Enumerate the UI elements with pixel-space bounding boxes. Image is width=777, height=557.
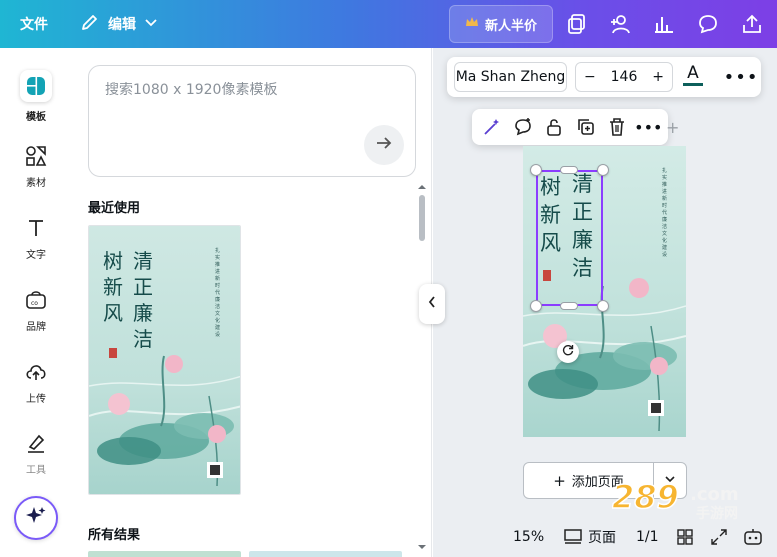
resize-handle-top-right[interactable] [597, 164, 609, 176]
chevron-down-icon [144, 15, 158, 33]
edit-menu-label: 编辑 [108, 17, 136, 33]
thumb-title-col1: 树新风 [103, 249, 123, 325]
rail-item-upload[interactable]: 上传 [0, 360, 72, 405]
resize-handle-bottom[interactable] [560, 302, 578, 310]
template-search-box[interactable] [88, 65, 416, 177]
comment-icon[interactable] [694, 10, 722, 38]
rotate-icon [561, 343, 575, 361]
result-thumbnail[interactable] [249, 551, 402, 557]
rail-label: 素材 [26, 178, 46, 189]
upgrade-button[interactable]: 新人半价 [449, 5, 553, 43]
text-icon [24, 216, 48, 240]
watermark-logo: 289 .com 手游网 [611, 477, 739, 522]
element-more-icon[interactable]: ••• [634, 114, 662, 140]
font-size-control: − 146 + [575, 62, 673, 92]
crown-icon [465, 16, 479, 32]
rail-label: 上传 [26, 394, 46, 405]
search-submit-button[interactable] [364, 125, 404, 165]
templates-panel: 最近使用 树新风 清正廉洁 扎实推进新时代廉洁文化建设 [72, 48, 432, 557]
upgrade-label: 新人半价 [484, 18, 537, 34]
increase-size-button[interactable]: + [652, 69, 664, 85]
thumb-subtitle: 扎实推进新时代廉洁文化建设 [215, 248, 221, 338]
bottom-status-bar: 15% 页面 1/1 [433, 517, 777, 557]
rail-label: 品牌 [26, 322, 46, 333]
decrease-size-button[interactable]: − [584, 69, 596, 85]
font-family-select[interactable]: Ma Shan Zheng [454, 62, 567, 92]
font-size-value[interactable]: 146 [611, 69, 638, 85]
pencil-icon [80, 12, 100, 36]
zoom-level[interactable]: 15% [513, 529, 544, 545]
rotate-handle[interactable] [557, 341, 579, 363]
left-rail: 模板 素材 文字 co 品牌 上传 工具 [0, 48, 72, 557]
svg-text:.com: .com [690, 484, 739, 505]
add-comment-icon[interactable] [510, 114, 536, 140]
resize-handle-top-left[interactable] [530, 164, 542, 176]
arrow-right-icon [375, 134, 393, 156]
site-watermark: 289 .com 手游网 [611, 477, 762, 522]
lock-icon[interactable] [541, 114, 567, 140]
magic-assistant-button[interactable] [14, 496, 58, 540]
rail-label: 模板 [26, 112, 46, 123]
rail-item-tools[interactable]: 工具 [0, 431, 72, 476]
result-thumbnail[interactable] [88, 551, 241, 557]
resize-handle-top[interactable] [560, 166, 578, 174]
selection-box[interactable] [536, 170, 603, 306]
resize-icon[interactable] [563, 10, 591, 38]
template-icon [20, 70, 52, 102]
elements-icon [24, 144, 48, 168]
upload-icon [24, 360, 48, 384]
text-toolbar: Ma Shan Zheng − 146 + A ••• [447, 57, 761, 97]
brand-icon: co [24, 288, 48, 312]
magic-edit-icon[interactable] [479, 114, 505, 140]
design-subtitle[interactable]: 扎实推进新时代廉洁文化建设 [662, 168, 670, 259]
font-name: Ma Shan Zheng [455, 69, 566, 85]
results-section-title: 所有结果 [88, 528, 141, 543]
color-swatch [683, 83, 703, 86]
recent-section-title: 最近使用 [88, 201, 141, 216]
fullscreen-icon[interactable] [711, 529, 727, 549]
tools-icon [24, 431, 48, 455]
rail-item-templates[interactable]: 模板 [0, 70, 72, 123]
svg-text:co: co [31, 300, 38, 307]
rail-label: 文字 [26, 250, 46, 261]
text-color-letter: A [687, 63, 699, 83]
delete-icon[interactable] [604, 114, 630, 140]
collapse-panel-button[interactable] [419, 284, 445, 324]
pages-icon [564, 529, 582, 549]
scroll-thumb[interactable] [419, 195, 425, 241]
svg-text:289: 289 [612, 478, 679, 516]
file-menu-label: 文件 [20, 17, 48, 33]
chevron-left-icon [427, 295, 437, 313]
resize-handle-bottom-left[interactable] [530, 300, 542, 312]
more-options-icon[interactable]: ••• [724, 63, 758, 91]
page-count: 1/1 [636, 529, 659, 545]
recent-template-thumbnail[interactable]: 树新风 清正廉洁 扎实推进新时代廉洁文化建设 [88, 225, 241, 495]
pages-button[interactable]: 页面 [588, 527, 616, 547]
plus-icon: + [553, 471, 566, 490]
duplicate-icon[interactable] [573, 114, 599, 140]
rail-label: 工具 [26, 465, 46, 476]
edit-menu[interactable]: 编辑 [80, 0, 158, 48]
rail-item-brand[interactable]: co 品牌 [0, 288, 72, 333]
rail-item-elements[interactable]: 素材 [0, 144, 72, 189]
upload-share-icon[interactable] [738, 10, 766, 38]
panel-scrollbar[interactable] [416, 183, 428, 553]
top-bar: 文件 编辑 新人半价 [0, 0, 777, 48]
sparkle-icon [25, 505, 47, 531]
help-assistant-icon[interactable] [743, 527, 763, 551]
grid-view-icon[interactable] [677, 529, 693, 549]
insights-chart-icon[interactable] [650, 10, 678, 38]
file-menu[interactable]: 文件 [20, 0, 48, 48]
add-page-plus-icon[interactable]: + [666, 118, 679, 137]
element-toolbar: ••• [472, 109, 668, 145]
thumb-title-col2: 清正廉洁 [133, 249, 153, 351]
text-color-button[interactable]: A [681, 63, 705, 91]
share-people-icon[interactable] [606, 10, 634, 38]
search-input[interactable] [105, 82, 365, 98]
resize-handle-bottom-right[interactable] [597, 300, 609, 312]
rail-item-text[interactable]: 文字 [0, 216, 72, 261]
